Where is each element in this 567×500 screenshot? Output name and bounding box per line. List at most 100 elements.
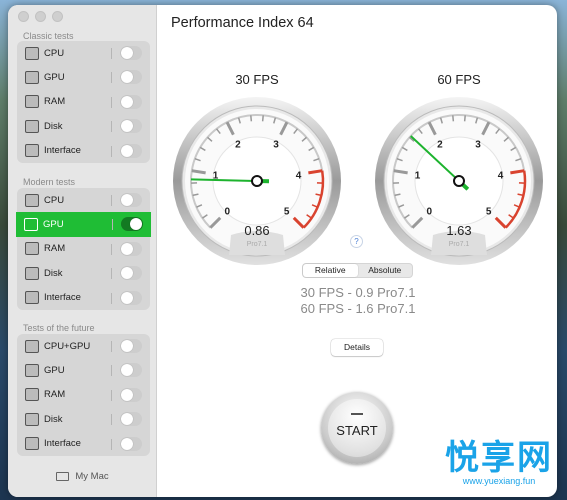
- tick-mark: [452, 115, 455, 122]
- ssd-icon: [25, 266, 39, 280]
- sidebar-item-gpu[interactable]: GPU: [17, 65, 150, 89]
- test-group: CPU+GPU GPU RAM Disk Interface: [17, 334, 150, 456]
- tick-label: 1: [415, 170, 421, 181]
- watermark: 悦享网 www.yuexiang.fun: [445, 440, 553, 486]
- item-label: RAM: [44, 96, 66, 108]
- item-label: CPU: [44, 194, 65, 206]
- watermark-logo: 悦享网: [445, 439, 553, 477]
- close-button[interactable]: [18, 11, 29, 22]
- gpu-icon: [24, 218, 38, 232]
- my-mac-button[interactable]: My Mac: [8, 471, 157, 482]
- tick-label: 3: [475, 140, 481, 151]
- cpu-icon: [25, 193, 39, 207]
- sidebar-item-ram[interactable]: RAM: [17, 237, 150, 261]
- divider: [112, 219, 113, 231]
- sidebar-item-disk[interactable]: Disk: [17, 261, 150, 285]
- tick-mark: [250, 115, 253, 122]
- item-label: CPU: [44, 47, 65, 59]
- sidebar-item-cpu[interactable]: CPU: [17, 188, 150, 212]
- usb-icon: [25, 437, 39, 451]
- divider: [111, 243, 112, 255]
- sidebar-item-gpu[interactable]: GPU: [16, 212, 151, 237]
- item-label: Interface: [44, 292, 81, 304]
- sidebar-item-interface[interactable]: Interface: [17, 432, 150, 456]
- toggle-switch[interactable]: [120, 46, 142, 60]
- tick-label: 3: [273, 140, 279, 151]
- toggle-switch[interactable]: [120, 266, 142, 281]
- sidebar: Classic tests CPU GPU RAM Disk Interface Moder…: [8, 5, 157, 497]
- watermark-url: www.yuexiang.fun: [462, 476, 536, 486]
- divider: [111, 48, 112, 59]
- toggle-switch[interactable]: [120, 412, 142, 427]
- item-label: Disk: [44, 267, 63, 279]
- my-mac-label: My Mac: [75, 471, 109, 482]
- tick-label: 2: [235, 140, 241, 151]
- tick-mark: [463, 115, 466, 122]
- sidebar-item-disk[interactable]: Disk: [17, 407, 150, 431]
- page-title: Performance Index 64: [171, 15, 314, 31]
- toggle-switch[interactable]: [120, 143, 142, 158]
- toggle-switch[interactable]: [120, 94, 142, 109]
- sidebar-item-interface[interactable]: Interface: [17, 139, 150, 163]
- divider: [111, 341, 112, 352]
- item-label: RAM: [44, 243, 66, 255]
- sidebar-item-gpu[interactable]: GPU: [17, 358, 150, 382]
- toggle-switch[interactable]: [120, 363, 142, 378]
- toggle-switch[interactable]: [120, 241, 142, 256]
- start-button[interactable]: START: [321, 392, 393, 464]
- test-group: CPU GPU RAM Disk Interface: [16, 188, 151, 310]
- sidebar-item-ram[interactable]: RAM: [17, 90, 150, 114]
- item-label: Disk: [44, 413, 63, 425]
- ram-icon: [25, 242, 39, 256]
- item-label: CPU+GPU: [44, 340, 91, 352]
- segment-relative[interactable]: Relative: [303, 264, 358, 277]
- gauge-60fps: 0 1 2 3 4 5 1.63 Pro7.1: [375, 97, 543, 265]
- toggle-switch[interactable]: [120, 193, 142, 207]
- zoom-button[interactable]: [52, 11, 63, 22]
- toggle-switch[interactable]: [121, 217, 143, 232]
- test-group: CPU GPU RAM Disk Interface: [17, 41, 150, 163]
- ram-icon: [25, 95, 39, 109]
- sidebar-item-cpu-gpu[interactable]: CPU+GPU: [17, 334, 150, 358]
- tick-label: 4: [498, 170, 504, 181]
- tick-label: 5: [486, 207, 492, 218]
- usb-icon: [25, 291, 39, 305]
- divider: [111, 389, 112, 401]
- divider: [111, 195, 112, 206]
- toggle-switch[interactable]: [120, 339, 142, 353]
- window-controls: [18, 11, 63, 22]
- toggle-switch[interactable]: [120, 119, 142, 134]
- start-label: START: [336, 423, 378, 438]
- needle-hub: [251, 175, 263, 187]
- toggle-switch[interactable]: [120, 436, 142, 451]
- result-line: 30 FPS - 0.9 Pro7.1: [300, 285, 416, 300]
- sidebar-item-disk[interactable]: Disk: [17, 114, 150, 138]
- help-button[interactable]: ?: [350, 235, 363, 248]
- sidebar-item-interface[interactable]: Interface: [17, 286, 150, 310]
- item-label: Interface: [44, 145, 81, 157]
- tick-label: 5: [284, 207, 290, 218]
- divider: [111, 438, 112, 450]
- segment-absolute[interactable]: Absolute: [358, 264, 413, 277]
- gauge-30fps: 012 3450.86Pro7.1: [173, 97, 341, 265]
- result-line: 60 FPS - 1.6 Pro7.1: [300, 301, 416, 316]
- gauge-value: 0.86: [244, 223, 269, 238]
- item-label: Disk: [44, 120, 63, 132]
- details-button[interactable]: Details: [331, 339, 383, 356]
- item-label: RAM: [44, 389, 66, 401]
- mode-segmented-control: Relative Absolute: [302, 263, 413, 278]
- sidebar-item-ram[interactable]: RAM: [17, 383, 150, 407]
- toggle-switch[interactable]: [120, 70, 142, 85]
- needle-hub: [453, 175, 465, 187]
- divider: [111, 365, 112, 377]
- divider: [111, 145, 112, 157]
- cpu-icon: [25, 46, 39, 60]
- ssd-icon: [25, 119, 39, 133]
- gauge-label-30fps: 30 FPS: [235, 72, 279, 87]
- sidebar-item-cpu[interactable]: CPU: [17, 41, 150, 65]
- toggle-switch[interactable]: [120, 290, 142, 305]
- tick-mark: [261, 115, 264, 122]
- toggle-switch[interactable]: [120, 387, 142, 402]
- minimize-button[interactable]: [35, 11, 46, 22]
- ssd-icon: [25, 412, 39, 426]
